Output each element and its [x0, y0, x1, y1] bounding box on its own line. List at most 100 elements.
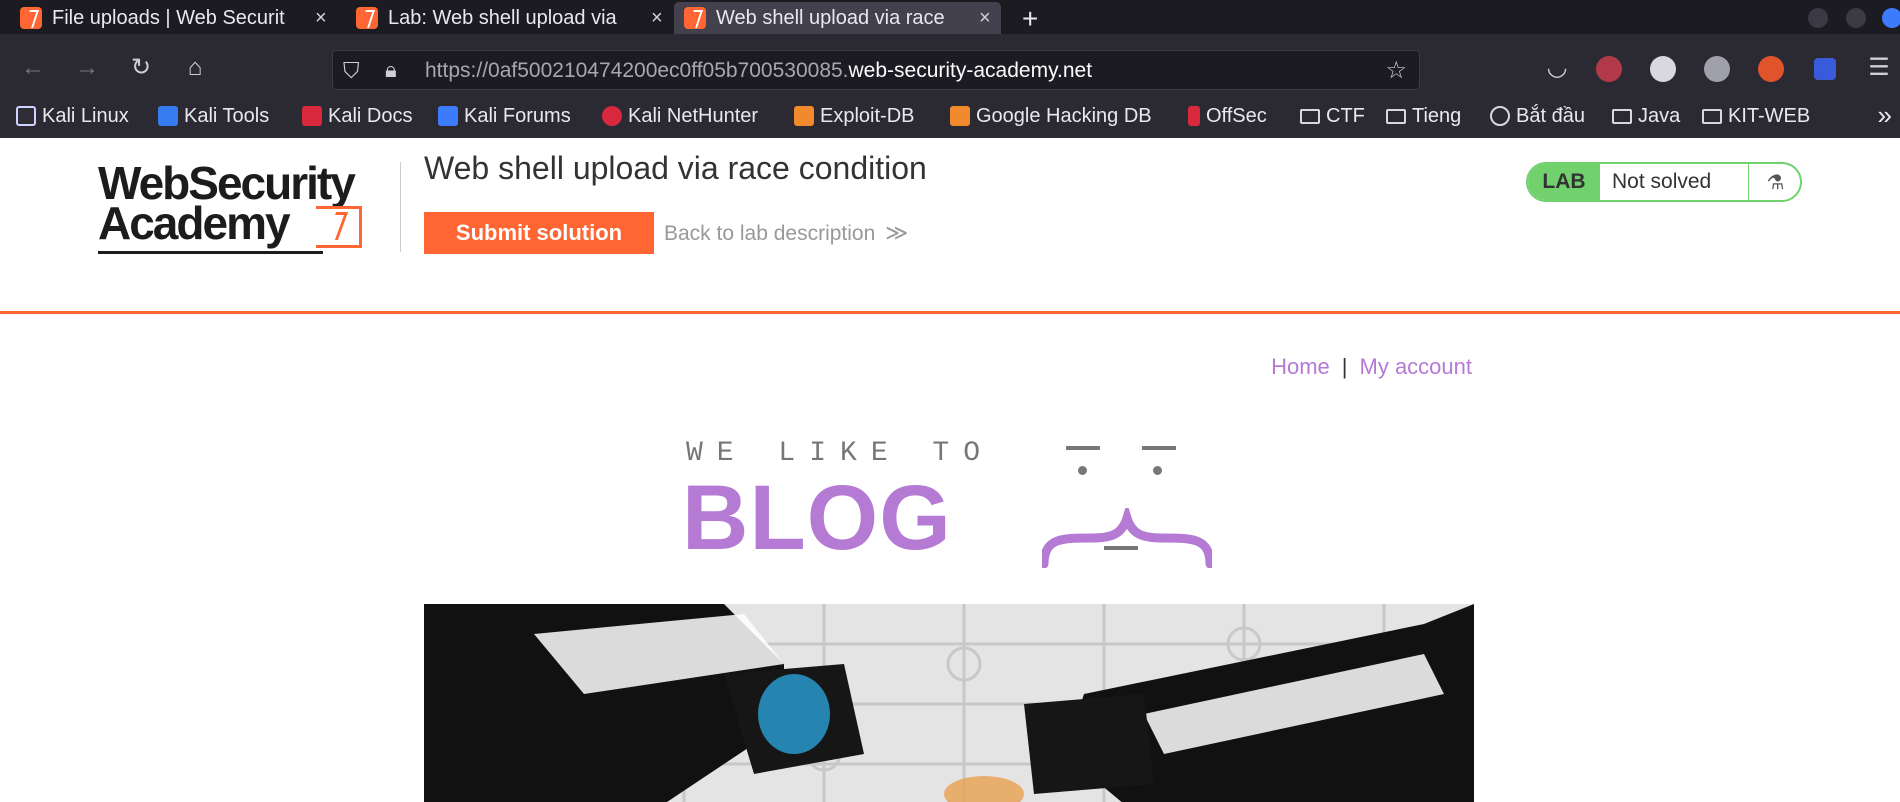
url-text[interactable]: https://0af500210474200ec0ff05b700530085… — [425, 59, 1092, 83]
header-divider — [400, 162, 401, 252]
bookmark-label: Kali NetHunter — [628, 104, 759, 127]
close-window-icon[interactable] — [1882, 8, 1900, 28]
logo-text-line2: Academy — [98, 197, 291, 249]
bookmark-kali-nethunter[interactable]: Kali NetHunter — [602, 98, 758, 134]
security-cameras-puzzle-image — [424, 604, 1474, 802]
bookmark-kali-tools[interactable]: Kali Tools — [158, 98, 269, 134]
my-account-link[interactable]: My account — [1360, 354, 1473, 379]
url-domain: web-security-academy.net — [848, 59, 1093, 82]
folder-icon — [1386, 108, 1406, 124]
back-link-label: Back to lab description — [664, 222, 876, 245]
extension-hackbar-icon[interactable] — [1596, 56, 1622, 82]
kali-icon — [16, 106, 36, 126]
tab-strip: File uploads | Web Securit × Lab: Web sh… — [0, 0, 1900, 34]
folder-icon — [1702, 108, 1722, 124]
extension-wappalyzer-icon[interactable] — [1650, 56, 1676, 82]
reload-icon[interactable]: ↻ — [126, 54, 156, 82]
menu-hamburger-icon[interactable]: ☰ — [1864, 54, 1894, 82]
bookmark-label: Kali Tools — [184, 104, 270, 127]
extension-d-icon[interactable] — [1814, 58, 1836, 80]
bookmarks-bar: Kali Linux Kali Tools Kali Docs Kali For… — [0, 98, 1900, 134]
new-tab-button[interactable]: + — [1022, 3, 1038, 35]
ghdb-icon — [950, 106, 970, 126]
back-to-lab-description-link[interactable]: Back to lab description ≫ — [664, 220, 908, 246]
bookmark-label: Exploit-DB — [820, 104, 915, 127]
bookmark-label: Java — [1638, 104, 1681, 127]
kali-forums-icon — [438, 106, 458, 126]
logo-underline — [98, 251, 323, 254]
url-prefix: https://0af500210474200ec0ff05b700530085… — [425, 59, 849, 82]
portswigger-favicon-icon — [20, 7, 42, 29]
bookmark-bat-dau[interactable]: Bắt đầu — [1490, 98, 1585, 134]
bookmark-folder-ctf[interactable]: CTF — [1300, 98, 1365, 134]
blog-banner: WE LIKE TO BLOG — [682, 438, 1222, 568]
bookmark-label: Kali Forums — [464, 104, 571, 127]
folder-icon — [1612, 108, 1632, 124]
kali-tools-icon — [158, 106, 178, 126]
bookmark-label: KIT-WEB — [1728, 104, 1811, 127]
site-nav: Home | My account — [1271, 354, 1472, 380]
face-brow-left — [1066, 446, 1100, 450]
lab-status-badge: LAB Not solved ⚗ — [1526, 162, 1802, 202]
bookmark-label: OffSec — [1206, 104, 1267, 127]
blog-post-image[interactable] — [424, 604, 1474, 802]
bookmark-folder-kit-web[interactable]: KIT-WEB — [1702, 98, 1810, 134]
address-bar[interactable]: ⛉ 🔒︎ https://0af500210474200ec0ff05b7005… — [332, 50, 1420, 90]
bookmark-google-hacking-db[interactable]: Google Hacking DB — [950, 98, 1152, 134]
portswigger-favicon-icon — [356, 7, 378, 29]
nethunter-icon — [602, 106, 622, 126]
tab-title: Web shell upload via race — [716, 6, 945, 29]
lab-label: LAB — [1528, 164, 1600, 200]
bookmark-label: Bắt đầu — [1516, 104, 1585, 127]
face-eye-right — [1153, 466, 1162, 475]
home-icon[interactable]: ⌂ — [180, 54, 210, 82]
extension-foxyproxy-icon[interactable] — [1758, 56, 1784, 82]
extension-cookie-editor-icon[interactable] — [1704, 56, 1730, 82]
bookmark-folder-tieng[interactable]: Tieng — [1386, 98, 1461, 134]
back-arrow-icon[interactable]: ← — [18, 54, 48, 82]
submit-solution-button[interactable]: Submit solution — [424, 212, 654, 254]
bookmark-label: Kali Linux — [42, 104, 129, 127]
nav-separator: | — [1341, 354, 1348, 379]
tab-file-uploads[interactable]: File uploads | Web Securit × — [10, 2, 337, 34]
bookmark-offsec[interactable]: OffSec — [1188, 98, 1267, 134]
bookmark-kali-forums[interactable]: Kali Forums — [438, 98, 571, 134]
banner-blog-word: BLOG — [682, 467, 952, 569]
home-link[interactable]: Home — [1271, 354, 1330, 379]
lock-icon[interactable]: 🔒︎ — [385, 57, 397, 83]
portswigger-favicon-icon — [684, 7, 706, 29]
bookmark-label: Tieng — [1412, 104, 1462, 127]
bookmark-kali-docs[interactable]: Kali Docs — [302, 98, 412, 134]
close-tab-icon[interactable]: × — [651, 7, 663, 30]
tracking-shield-icon[interactable]: ⛉ — [343, 58, 360, 84]
bookmark-exploit-db[interactable]: Exploit-DB — [794, 98, 914, 134]
face-eye-left — [1078, 466, 1087, 475]
bookmark-label: Google Hacking DB — [976, 104, 1152, 127]
navigation-toolbar: ← → ↻ ⌂ ⛉ 🔒︎ https://0af500210474200ec0f… — [0, 34, 1900, 138]
curly-brace-mouth-icon — [1042, 508, 1212, 568]
tab-title: File uploads | Web Securit — [52, 6, 285, 29]
tab-lab-description[interactable]: Lab: Web shell upload via × — [346, 2, 673, 34]
maximize-window-icon[interactable] — [1846, 8, 1866, 28]
bookmark-folder-java[interactable]: Java — [1612, 98, 1680, 134]
lab-status-text: Not solved — [1612, 170, 1712, 193]
face-brow-right — [1142, 446, 1176, 450]
bookmark-kali-linux[interactable]: Kali Linux — [16, 98, 129, 134]
bookmark-star-icon[interactable]: ☆ — [1385, 56, 1407, 85]
flask-icon: ⚗ — [1748, 164, 1800, 200]
close-tab-icon[interactable]: × — [979, 7, 991, 30]
exploitdb-icon — [794, 106, 814, 126]
globe-icon — [1490, 106, 1510, 126]
bookmark-label: Kali Docs — [328, 104, 413, 127]
close-tab-icon[interactable]: × — [315, 7, 327, 30]
double-chevron-right-icon: ≫ — [885, 220, 909, 245]
pocket-icon[interactable]: ◡ — [1542, 54, 1572, 82]
web-page: WebSecurity Academy Web shell upload via… — [0, 138, 1900, 802]
more-bookmarks-chevron-icon[interactable]: » — [1878, 100, 1892, 131]
forward-arrow-icon[interactable]: → — [72, 54, 102, 82]
web-security-academy-logo[interactable]: WebSecurity Academy — [98, 160, 398, 260]
minimize-window-icon[interactable] — [1808, 8, 1828, 28]
lab-header: WebSecurity Academy Web shell upload via… — [0, 138, 1900, 314]
tab-lab-active[interactable]: Web shell upload via race × — [674, 2, 1001, 34]
face-dash — [1104, 546, 1138, 550]
